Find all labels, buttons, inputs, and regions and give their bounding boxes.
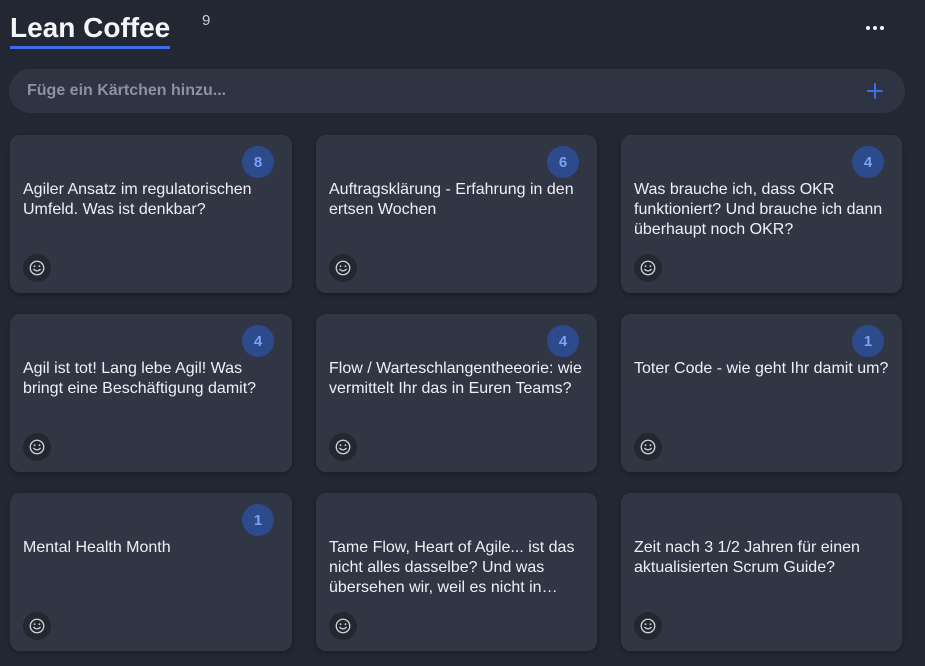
card-text: Tame Flow, Heart of Agile... ist das nic… <box>329 539 575 596</box>
add-card-bar <box>9 69 905 113</box>
smiley-icon[interactable] <box>23 612 51 640</box>
topic-card[interactable]: 8 Agiler Ansatz im regulatorischen Umfel… <box>10 135 292 293</box>
board-header: Lean Coffee 9 <box>10 8 905 52</box>
topic-card[interactable]: 4 Agil ist tot! Lang lebe Agil! Was brin… <box>10 314 292 472</box>
vote-count-badge: 1 <box>852 325 884 357</box>
smiley-icon[interactable] <box>23 433 51 461</box>
board-title: Lean Coffee <box>10 12 171 49</box>
topic-card[interactable]: 1 Mental Health Month <box>10 493 292 651</box>
card-text: Agil ist tot! Lang lebe Agil! Was bringt… <box>23 360 257 397</box>
card-text: Zeit nach 3 1/2 Jahren für einen aktuali… <box>634 539 860 576</box>
vote-count-badge: 8 <box>242 146 274 178</box>
smiley-icon[interactable] <box>23 254 51 282</box>
card-text: Auftragsklärung - Erfahrung in den ertse… <box>329 181 574 218</box>
vote-count-badge: 6 <box>547 146 579 178</box>
topic-card[interactable]: 6 Auftragsklärung - Erfahrung in den ert… <box>316 135 597 293</box>
card-text: Mental Health Month <box>23 539 171 556</box>
card-text: Agiler Ansatz im regulatorischen Umfeld.… <box>23 181 252 218</box>
add-card-input[interactable] <box>9 69 849 113</box>
topic-card[interactable]: Tame Flow, Heart of Agile... ist das nic… <box>316 493 597 651</box>
card-grid: 8 Agiler Ansatz im regulatorischen Umfel… <box>10 135 902 651</box>
card-text: Toter Code - wie geht Ihr damit um? <box>634 360 889 377</box>
topic-card[interactable]: Zeit nach 3 1/2 Jahren für einen aktuali… <box>621 493 902 651</box>
card-text: Flow / Warteschlangentheeorie: wie vermi… <box>329 360 582 397</box>
vote-count-badge: 4 <box>547 325 579 357</box>
vote-count-badge: 4 <box>852 146 884 178</box>
smiley-icon[interactable] <box>634 612 662 640</box>
topic-card[interactable]: 4 Flow / Warteschlangentheeorie: wie ver… <box>316 314 597 472</box>
plus-icon[interactable] <box>865 81 885 101</box>
smiley-icon[interactable] <box>634 433 662 461</box>
vote-count-badge: 1 <box>242 504 274 536</box>
topic-card[interactable]: 1 Toter Code - wie geht Ihr damit um? <box>621 314 902 472</box>
vote-count-badge: 4 <box>242 325 274 357</box>
card-count: 9 <box>202 12 211 29</box>
smiley-icon[interactable] <box>634 254 662 282</box>
smiley-icon[interactable] <box>329 612 357 640</box>
smiley-icon[interactable] <box>329 254 357 282</box>
card-text: Was brauche ich, dass OKR funktioniert? … <box>634 181 883 238</box>
smiley-icon[interactable] <box>329 433 357 461</box>
topic-card[interactable]: 4 Was brauche ich, dass OKR funktioniert… <box>621 135 902 293</box>
more-horizontal-icon[interactable] <box>863 16 887 40</box>
